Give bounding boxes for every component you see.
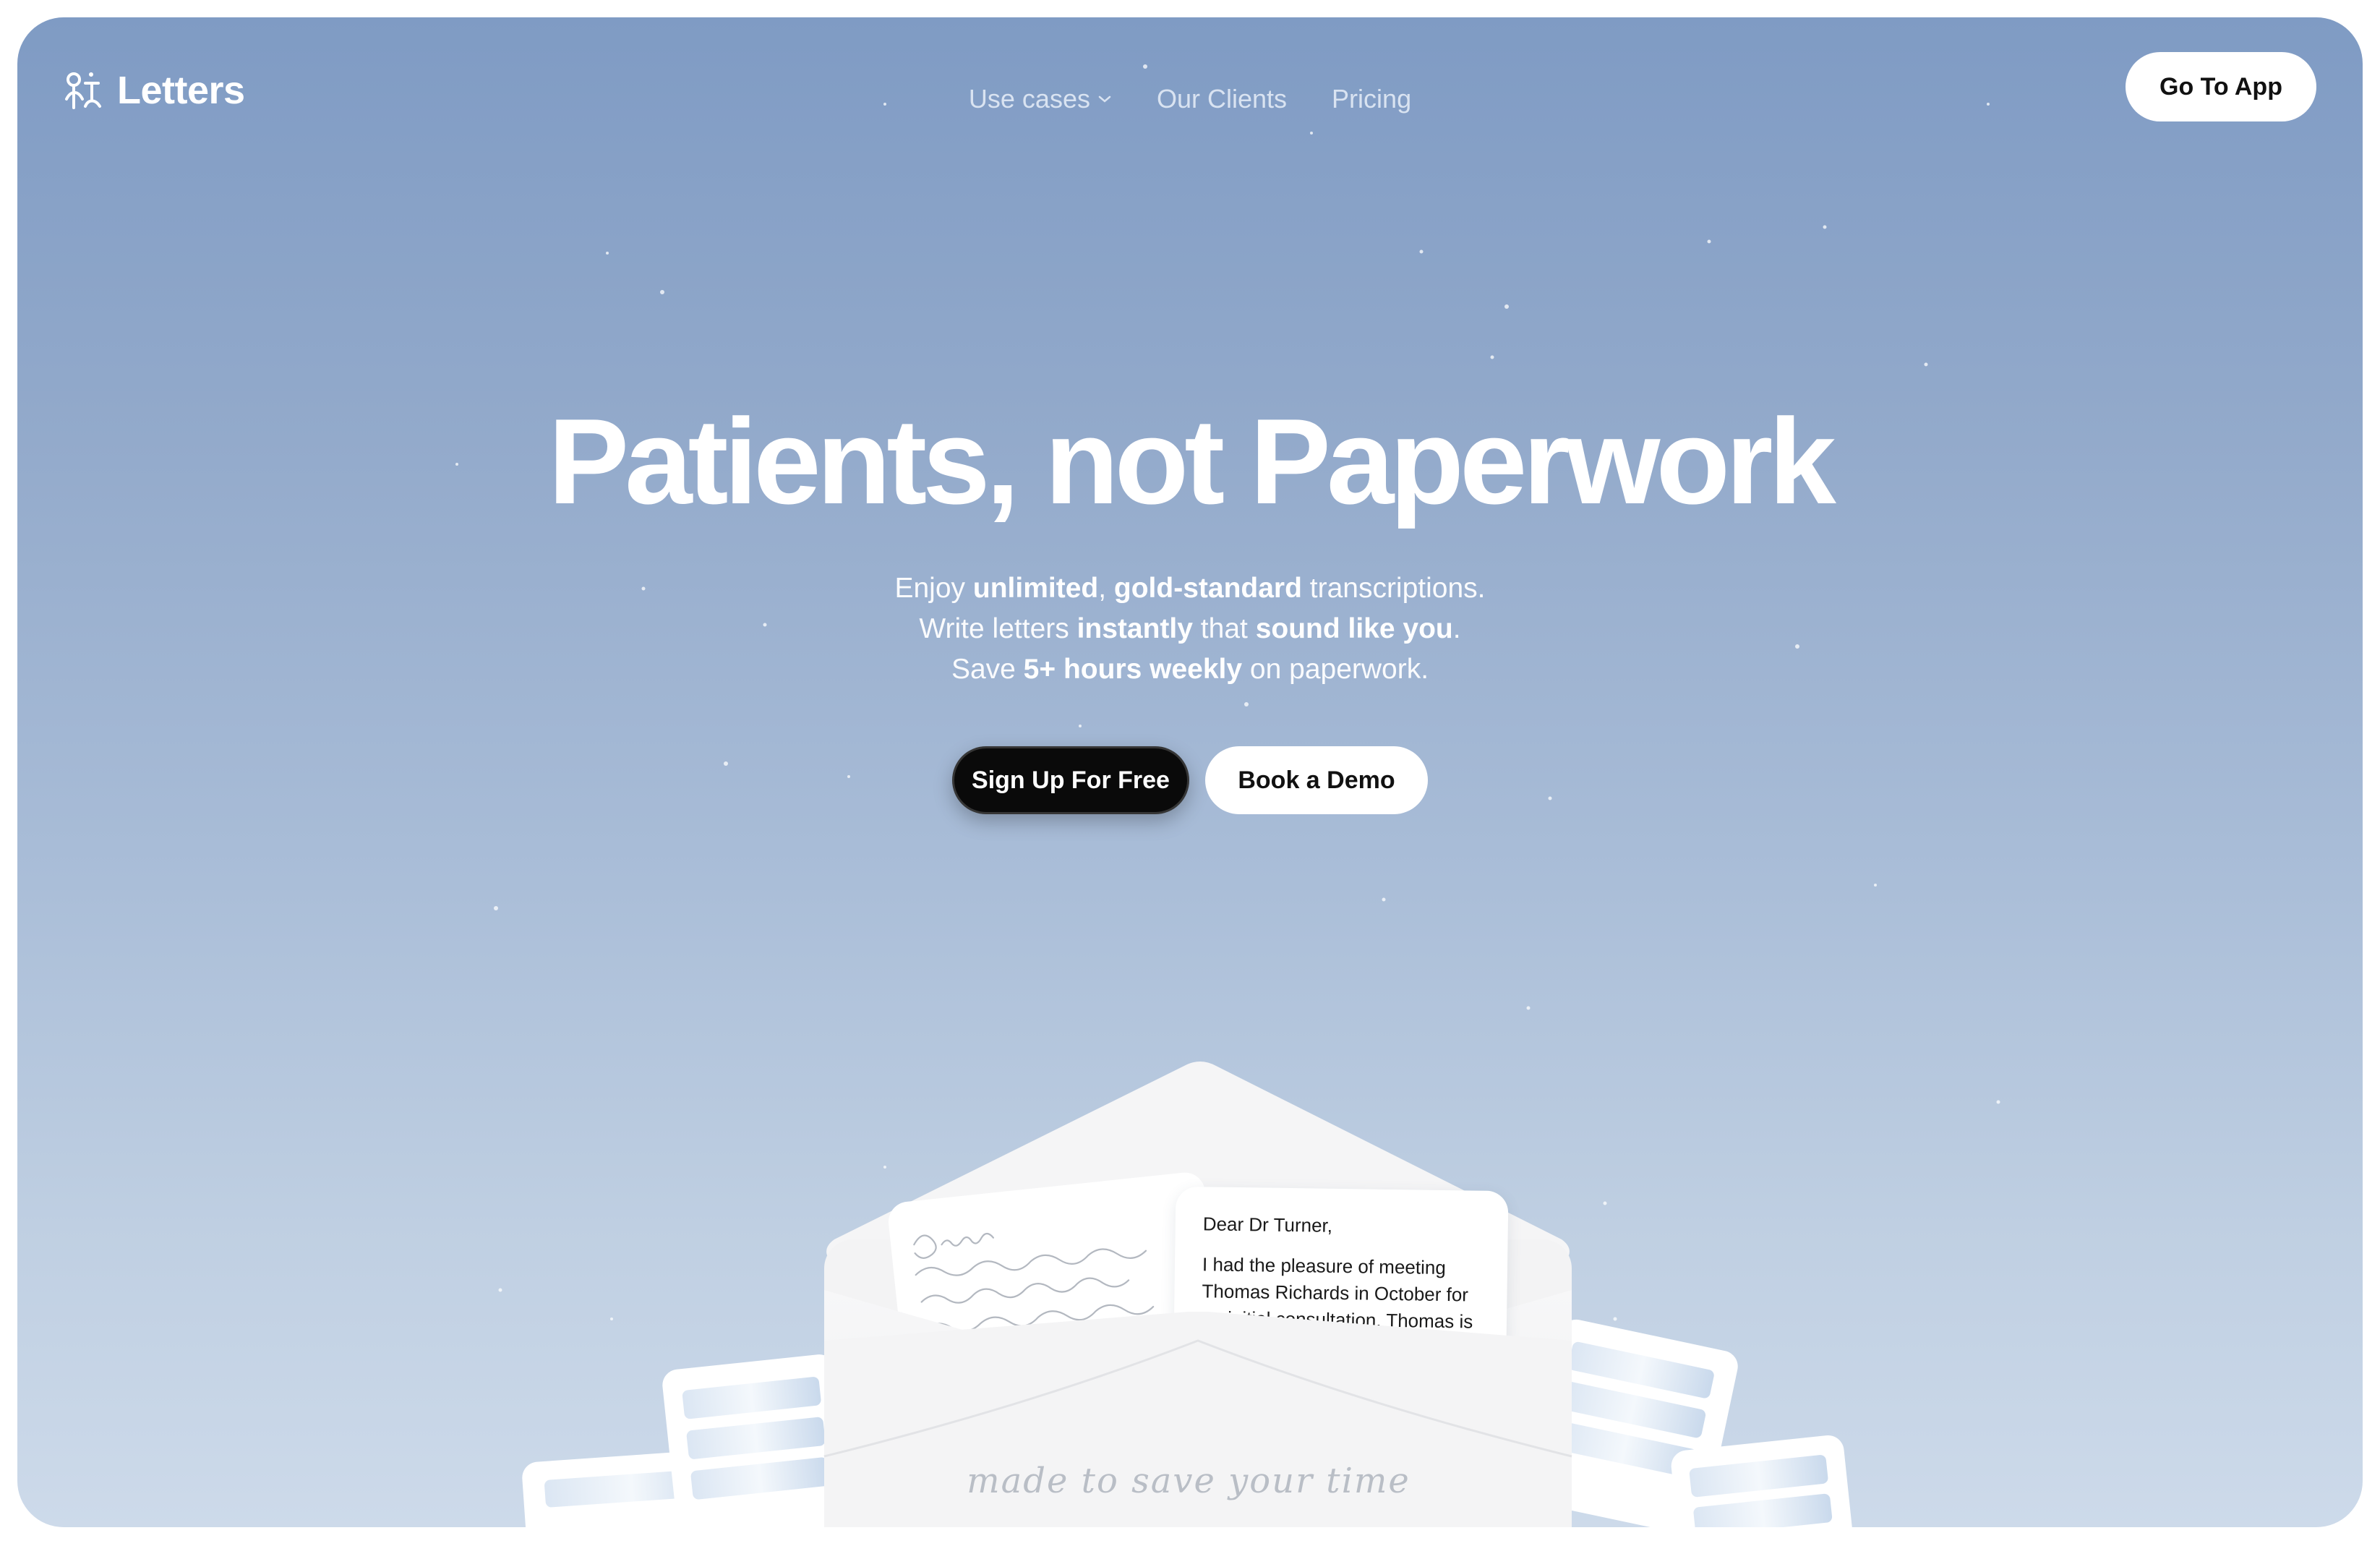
typed-letter-card: Dear Dr Turner, I had the pleasure of me…: [1172, 1186, 1509, 1452]
letter-body: I had the pleasure of meeting Thomas Ric…: [1200, 1253, 1473, 1384]
letter-greeting: Dear Dr Turner,: [1202, 1213, 1333, 1237]
hero-section: Letters Use cases Our Clients Pricing Go…: [17, 17, 2363, 1527]
envelope-tagline: made to save your time: [967, 1461, 1411, 1501]
